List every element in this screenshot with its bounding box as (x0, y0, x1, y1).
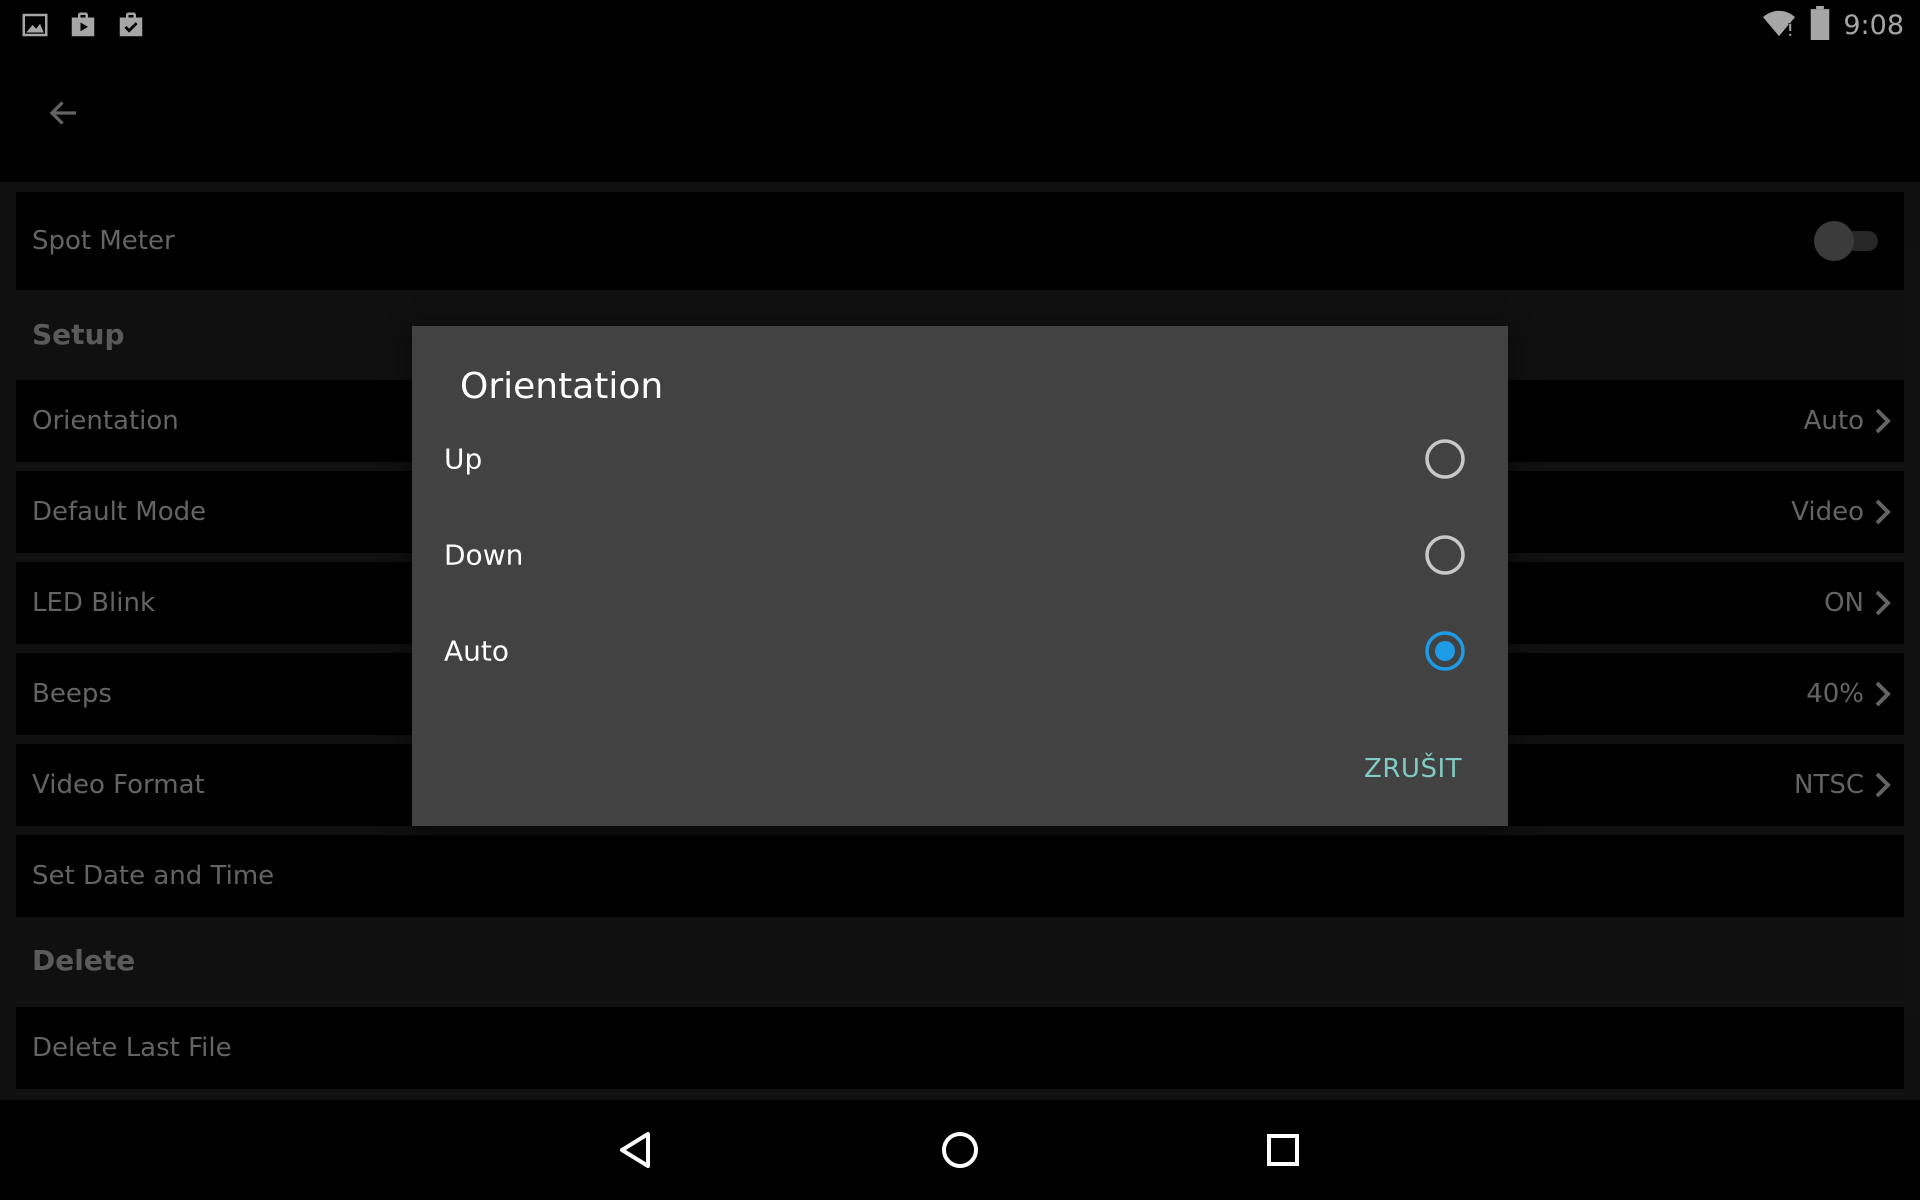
dialog-title: Orientation (460, 366, 664, 407)
option-auto-label: Auto (444, 634, 510, 668)
radio-unchecked-icon[interactable] (1424, 438, 1466, 480)
orientation-dialog: Orientation Up Down Auto ZRUŠIT (412, 326, 1508, 826)
navigation-bar (0, 1100, 1920, 1200)
back-triangle-icon (612, 1132, 662, 1179)
radio-checked-icon[interactable] (1424, 630, 1466, 672)
android-screen: 9:08 Spot Meter Setup Orientation Auto D… (0, 0, 1920, 1200)
option-down[interactable]: Down (412, 507, 1508, 603)
option-up-label: Up (444, 442, 483, 476)
option-auto[interactable]: Auto (412, 603, 1508, 699)
option-up[interactable]: Up (412, 411, 1508, 507)
nav-home-button[interactable] (935, 1125, 985, 1175)
cancel-button[interactable]: ZRUŠIT (1364, 746, 1462, 792)
nav-recents-button[interactable] (1258, 1125, 1308, 1175)
recents-square-icon (1258, 1134, 1308, 1179)
radio-unchecked-icon[interactable] (1424, 534, 1466, 576)
option-down-label: Down (444, 538, 524, 572)
home-circle-icon (935, 1132, 985, 1179)
nav-back-button[interactable] (612, 1125, 662, 1175)
